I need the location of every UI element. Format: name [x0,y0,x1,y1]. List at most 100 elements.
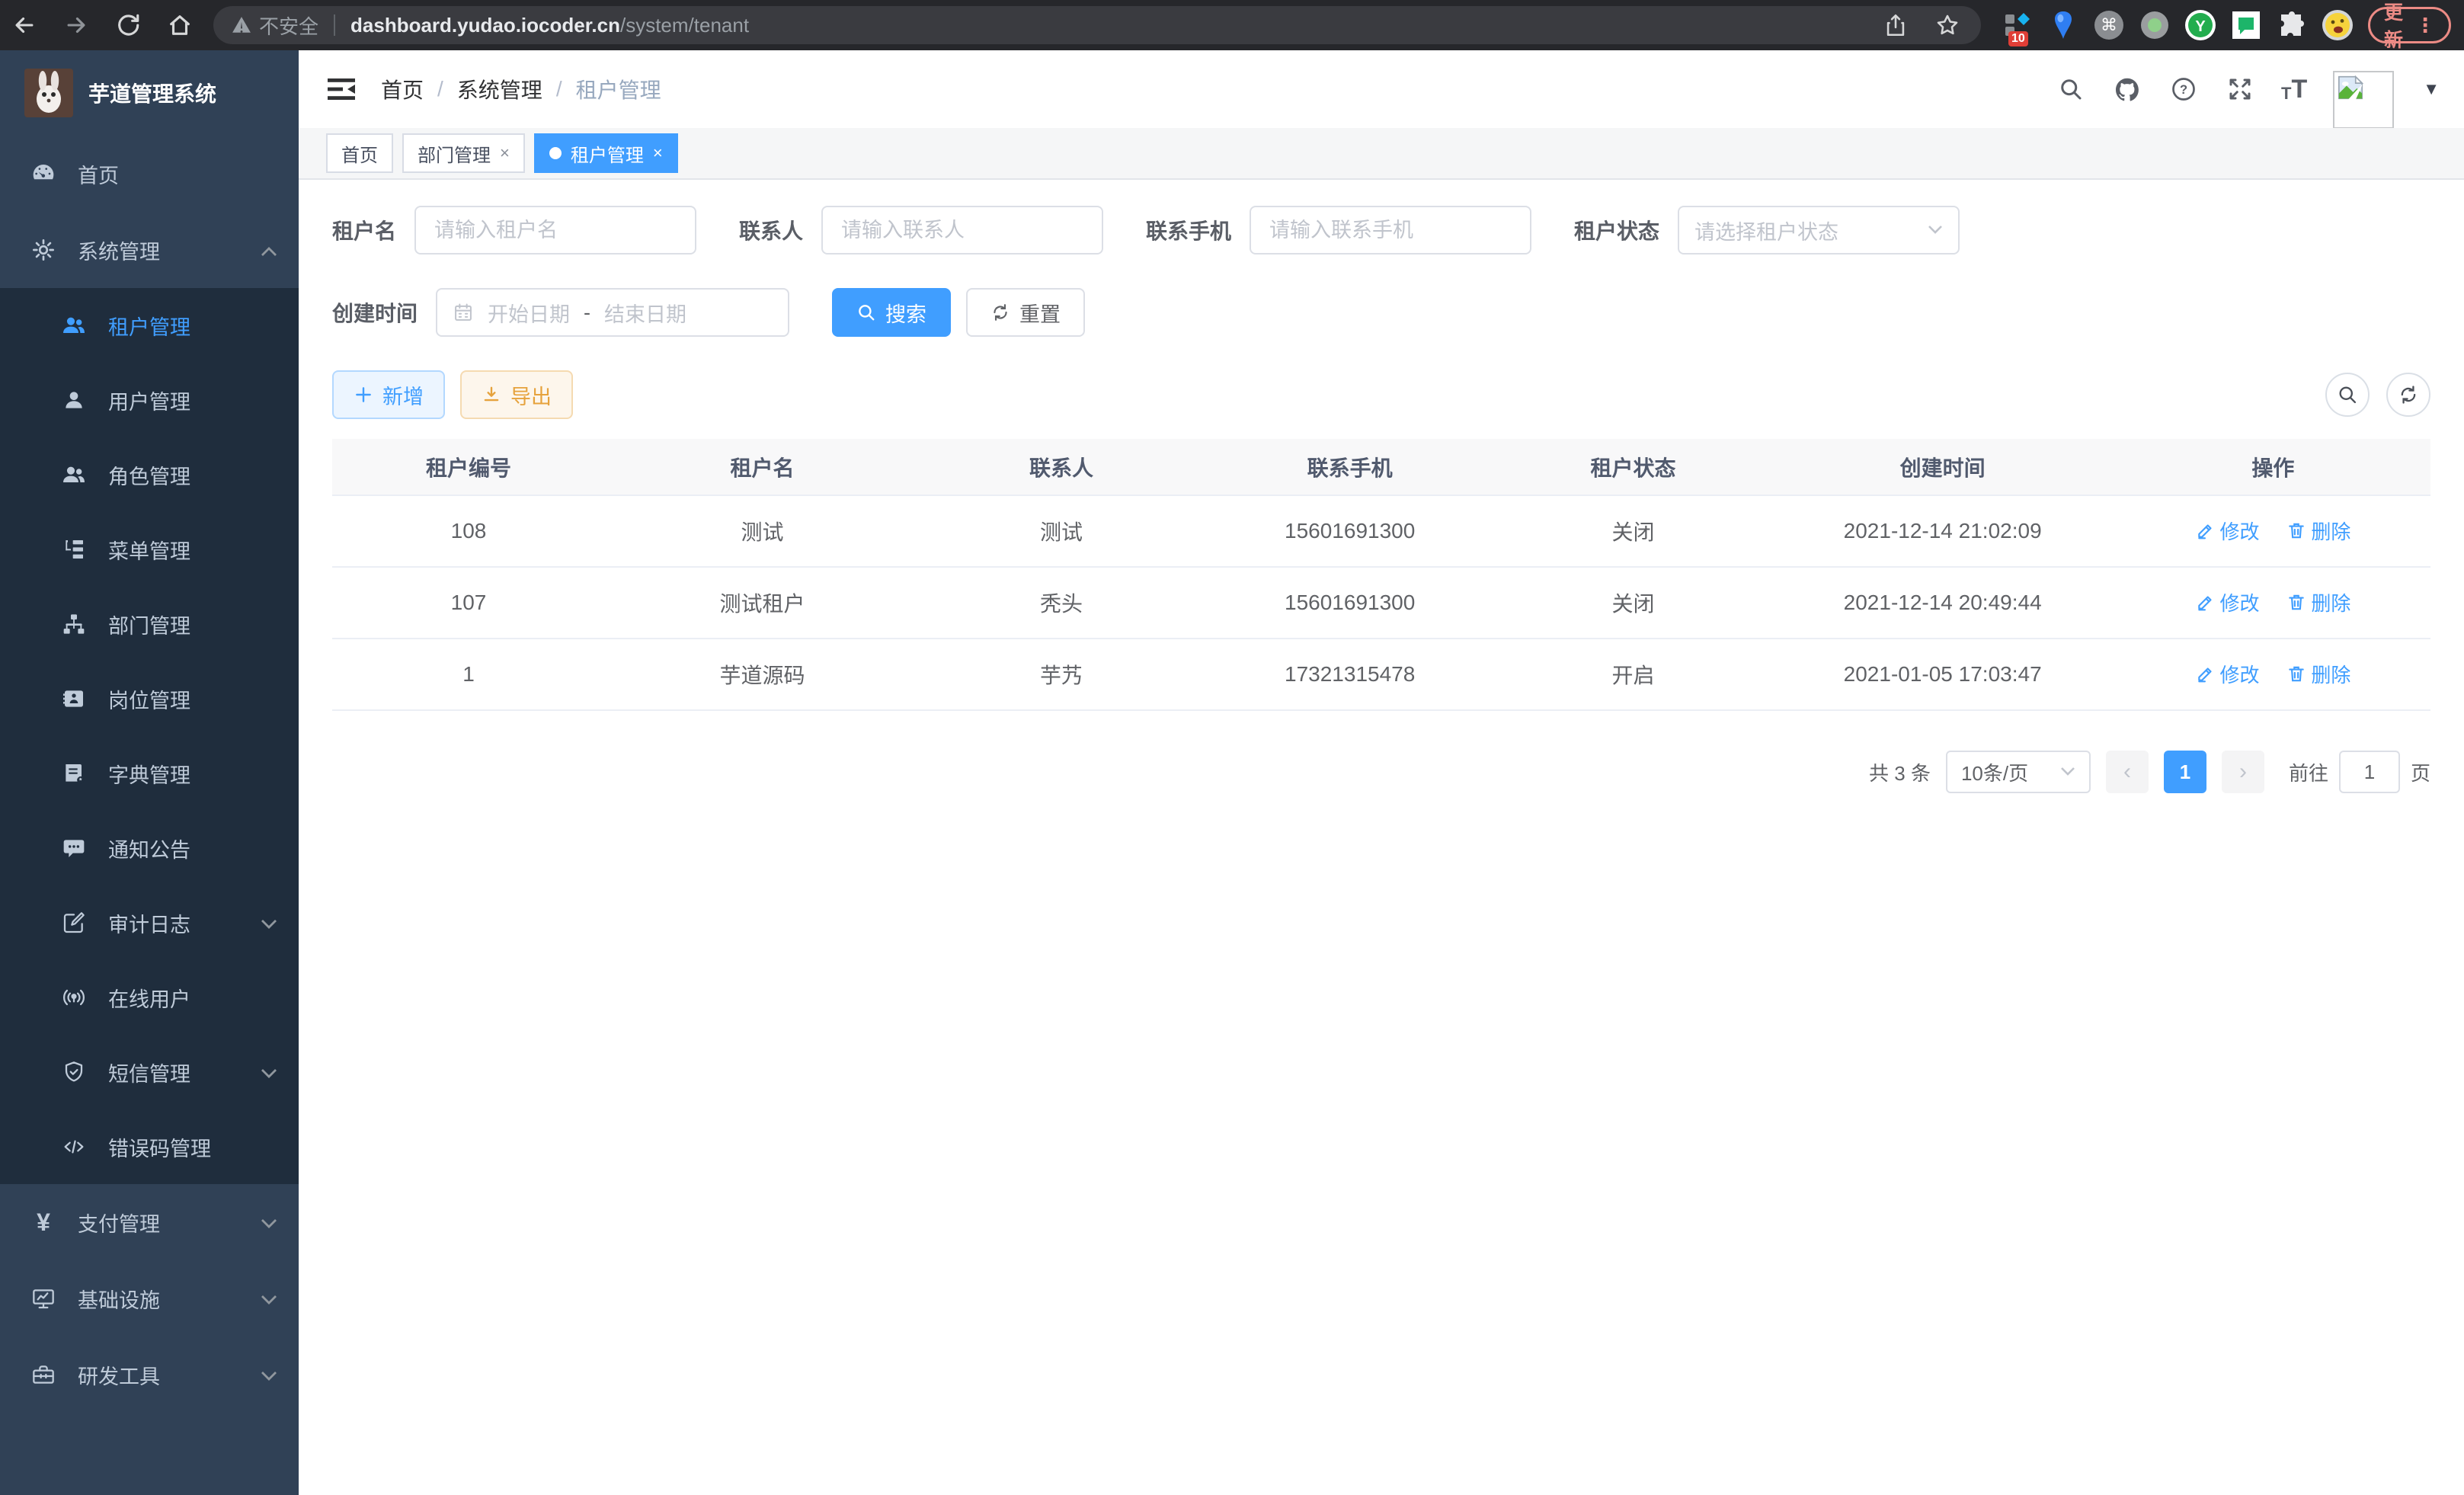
badge-icon [61,686,87,712]
extension-record-icon[interactable] [2139,10,2170,40]
tag-dept[interactable]: 部门管理 × [402,133,525,173]
contact-label: 联系人 [739,215,803,245]
app-logo-row[interactable]: 芋道管理系统 [0,50,299,136]
tag-tenant[interactable]: 租户管理× [534,133,678,173]
delete-link[interactable]: 删除 [2286,517,2350,545]
svg-text:?: ? [2180,83,2187,97]
forward-icon[interactable] [61,10,91,40]
address-bar[interactable]: 不安全 dashboard.yudao.iocoder.cn/system/te… [213,6,1981,44]
cell-tenant-name: 测试租户 [605,567,920,639]
date-separator: - [584,301,590,325]
extension-chat-icon[interactable] [2231,10,2261,40]
font-size-icon[interactable]: TT [2281,76,2307,102]
sidebar-item-online-users[interactable]: 在线用户 [0,960,299,1035]
breadcrumb-home[interactable]: 首页 [381,74,424,104]
gear-icon [30,237,56,263]
sidebar-item-role[interactable]: 角色管理 [0,437,299,512]
refresh-table-button[interactable] [2386,373,2430,417]
sidebar-item-menu[interactable]: 菜单管理 [0,512,299,587]
sidebar-item-notice[interactable]: 通知公告 [0,811,299,885]
back-icon[interactable] [9,10,40,40]
close-icon[interactable]: × [653,143,663,163]
users-icon [61,312,87,338]
edit-icon [2196,520,2216,540]
next-page-button[interactable]: › [2222,751,2264,793]
mobile-input[interactable] [1250,206,1531,255]
date-range-picker[interactable]: 开始日期 - 结束日期 [436,288,789,337]
page-size-select[interactable]: 10条/页 [1946,751,2091,793]
sidebar-item-dept[interactable]: 部门管理 [0,587,299,661]
reload-icon[interactable] [113,10,143,40]
goto-page-input[interactable] [2339,751,2400,793]
page-number-1[interactable]: 1 [2164,751,2206,793]
search-button[interactable]: 搜索 [832,288,951,337]
sidebar-item-payment[interactable]: ¥ 支付管理 [0,1184,299,1260]
security-warning[interactable]: 不安全 [232,11,318,40]
avatar[interactable] [2333,71,2394,129]
edit-label: 修改 [2220,588,2260,616]
cell-created: 2021-01-05 17:03:47 [1769,639,2115,710]
home-icon[interactable] [165,10,195,40]
toggle-search-button[interactable] [2325,373,2370,417]
search-icon[interactable] [2056,74,2086,104]
extension-y-icon[interactable]: Y [2185,10,2216,40]
extension-command-icon[interactable]: ⌘ [2094,10,2124,40]
delete-link[interactable]: 删除 [2286,588,2350,616]
reset-button[interactable]: 重置 [966,288,1085,337]
export-button[interactable]: 导出 [460,370,573,419]
edit-label: 修改 [2220,660,2260,688]
sidebar-item-audit-log[interactable]: 审计日志 [0,885,299,960]
cell-status: 开启 [1496,639,1769,710]
github-icon[interactable] [2112,74,2142,104]
delete-label: 删除 [2311,588,2350,616]
tag-home[interactable]: 首页 [326,133,393,173]
extensions-puzzle-icon[interactable] [2277,10,2307,40]
status-placeholder: 请选择租户状态 [1694,216,1838,245]
announcement-icon [61,835,87,861]
share-icon[interactable] [1880,10,1911,40]
breadcrumb-current: 租户管理 [576,74,661,104]
browser-menu-icon[interactable]: ⋮ [2415,14,2435,37]
extension-grid-icon[interactable]: 10 [2002,10,2033,40]
edit-link[interactable]: 修改 [2196,588,2260,616]
profile-avatar-icon[interactable] [2322,10,2353,40]
caret-down-icon[interactable]: ▼ [2423,79,2440,99]
sidebar-item-label: 错误码管理 [108,1132,211,1162]
extension-pin-icon[interactable] [2048,10,2078,40]
sidebar-item-error-code[interactable]: 错误码管理 [0,1109,299,1184]
edit-icon [2196,592,2216,612]
close-icon[interactable]: × [500,143,510,163]
prev-page-button[interactable]: ‹ [2106,751,2149,793]
help-icon[interactable]: ? [2168,74,2199,104]
browser-update-button[interactable]: 更新 ⋮ [2368,7,2451,43]
download-icon [482,385,501,405]
delete-link[interactable]: 删除 [2286,660,2350,688]
add-button[interactable]: 新增 [332,370,445,419]
table-row: 107 测试租户 秃头 15601691300 关闭 2021-12-14 20… [332,567,2430,639]
tag-label: 部门管理 [418,140,491,167]
breadcrumb: 首页 / 系统管理 / 租户管理 [381,74,661,104]
column-header: 联系人 [920,439,1203,495]
chevron-down-icon [261,1363,277,1387]
edit-link[interactable]: 修改 [2196,517,2260,545]
tenant-name-input[interactable] [414,206,696,255]
status-select[interactable]: 请选择租户状态 [1678,206,1960,255]
contact-input[interactable] [821,206,1103,255]
sidebar-item-post[interactable]: 岗位管理 [0,661,299,736]
sidebar-item-dict[interactable]: 字典管理 [0,736,299,811]
sidebar-item-user[interactable]: 用户管理 [0,363,299,437]
cell-created: 2021-12-14 21:02:09 [1769,495,2115,567]
trash-icon [2286,520,2306,540]
sidebar-item-infrastructure[interactable]: 基础设施 [0,1260,299,1337]
sidebar-item-home[interactable]: 首页 [0,136,299,212]
sidebar-item-dev-tools[interactable]: 研发工具 [0,1337,299,1413]
sidebar-item-system[interactable]: 系统管理 [0,212,299,288]
chevron-up-icon [261,238,277,262]
sidebar-collapse-icon[interactable] [326,74,357,104]
edit-link[interactable]: 修改 [2196,660,2260,688]
sidebar-item-tenant[interactable]: 租户管理 [0,288,299,363]
breadcrumb-parent[interactable]: 系统管理 [457,74,542,104]
bookmark-star-icon[interactable] [1932,10,1963,40]
fullscreen-icon[interactable] [2225,74,2255,104]
sidebar-item-sms[interactable]: 短信管理 [0,1035,299,1109]
